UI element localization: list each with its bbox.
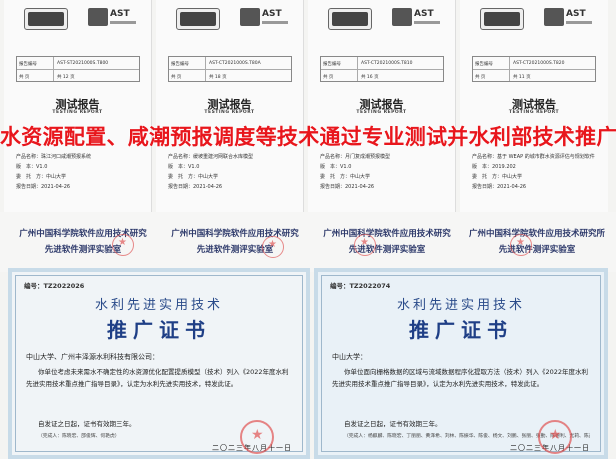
certificate-recipient: 中山大学： — [332, 353, 367, 361]
report-fields: 产品名称：月门复成潮预报模型 版 本：V1.0 委 托 方：中山大学 报告日期：… — [320, 154, 391, 190]
ast-logo-icon: AST — [392, 8, 440, 30]
ast-logo-icon: AST — [240, 8, 288, 30]
certificate-name: 推广证书 — [107, 318, 211, 342]
red-seal-icon — [510, 234, 532, 256]
test-report-4: AST 报告编号 AST-CT2021000S.T820 共 页共 11 页 测试… — [460, 0, 608, 212]
ast-logo-icon: AST — [88, 8, 136, 30]
test-report-3: AST 报告编号 AST-CT2021000S.T810 共 页共 16 页 测试… — [308, 0, 456, 212]
report-code-table: 报告编号 AST-ST2021000S.T800 共 页共 12 页 — [16, 56, 140, 82]
report-code-table: 报告编号 AST-CT2021000S.T810 共 页共 16 页 — [320, 56, 444, 82]
certificate-validity: 自发证之日起，证书有效期三年。 — [344, 420, 442, 428]
certificate-recipient: 中山大学、广州丰泽源水利科技有限公司： — [26, 353, 159, 361]
report-title-en: TESTING REPORT — [356, 110, 407, 115]
report-fields: 产品名称：基于 WEAP 的城市群水资源评估与规划软件 版 本：2019.202… — [472, 154, 595, 190]
report-title-en: TESTING REPORT — [52, 110, 103, 115]
test-report-1: AST 报告编号 AST-ST2021000S.T800 共 页共 12 页 测试… — [4, 0, 152, 212]
lab-banners-strip: 广州中国科学院软件应用技术研究先进软件测评实验室 广州中国科学院软件应用技术研究… — [0, 212, 616, 272]
lab-banner-1: 广州中国科学院软件应用技术研究 先进软件测评实验室 — [19, 229, 147, 255]
lab-banner-3: 广州中国科学院软件应用技术研究 先进软件测评实验室 — [323, 229, 451, 255]
certificate-body: 你单位面向栅格数据的区域与流域数据程序化提取方法（技术）列入《2022年度水利先… — [332, 368, 589, 388]
lab-banner-2: 广州中国科学院软件应用技术研究 先进软件测评实验室 — [171, 229, 299, 255]
cnas-logo-icon — [328, 8, 372, 30]
report-code-table: 报告编号 AST-CT2021000S.T80A 共 页共 18 页 — [168, 56, 292, 82]
cnas-logo-icon — [176, 8, 220, 30]
report-logos: AST — [460, 8, 608, 34]
certificate-body: 你单位考虑未来需水不确定性的水资源优化配置提质模型（技术）列入《2022年度水利… — [26, 368, 289, 388]
certificate-heading: 水利先进实用技术 — [94, 298, 223, 313]
ast-logo-icon: AST — [544, 8, 592, 30]
test-report-2: AST 报告编号 AST-CT2021000S.T80A 共 页共 18 页 测试… — [156, 0, 304, 212]
red-seal-icon — [354, 234, 376, 256]
report-logos: AST — [4, 8, 151, 34]
red-seal-icon — [262, 236, 284, 258]
report-logos: AST — [156, 8, 303, 34]
certificate-heading: 水利先进实用技术 — [396, 298, 525, 313]
cnas-logo-icon — [480, 8, 524, 30]
cnas-logo-icon — [24, 8, 68, 30]
test-reports-strip: AST 报告编号 AST-ST2021000S.T800 共 页共 12 页 测试… — [0, 0, 616, 212]
certificate-number: 编号：TZ2022074 — [330, 282, 391, 290]
report-code-table: 报告编号 AST-CT2021000S.T820 共 页共 11 页 — [472, 56, 596, 82]
red-seal-icon — [112, 234, 134, 256]
certificate-name: 推广证书 — [409, 318, 513, 342]
certificate-number: 编号：TZ2022026 — [24, 282, 85, 290]
red-seal-icon — [538, 420, 572, 454]
red-seal-icon — [240, 420, 274, 454]
report-logos: AST — [308, 8, 455, 34]
promotion-certificate-1: 编号：TZ2022026 水利先进实用技术 推广证书 中山大学、广州丰泽源水利科… — [8, 268, 310, 459]
certificate-validity: 自发证之日起，证书有效期三年。 — [38, 420, 136, 428]
promotion-certificate-2: 编号：TZ2022074 水利先进实用技术 推广证书 中山大学： 你单位面向栅格… — [314, 268, 608, 459]
lab-banner-4: 广州中国科学院软件应用技术研究所 先进软件测评实验室 — [468, 229, 605, 255]
report-fields: 产品名称：缓坡重建河网联合水库模型 版 本：V1.0 委 托 方：中山大学 报告… — [168, 154, 254, 190]
report-title-en: TESTING REPORT — [204, 110, 255, 115]
report-title-en: TESTING REPORT — [508, 110, 560, 115]
headline-banner: 水资源配置、咸潮预报调度等技术通过专业测试并水利部技术推广 — [0, 125, 616, 149]
report-fields: 产品名称：珠江河口咸潮预报系统 版 本：V1.0 委 托 方：中山大学 报告日期… — [16, 154, 92, 190]
